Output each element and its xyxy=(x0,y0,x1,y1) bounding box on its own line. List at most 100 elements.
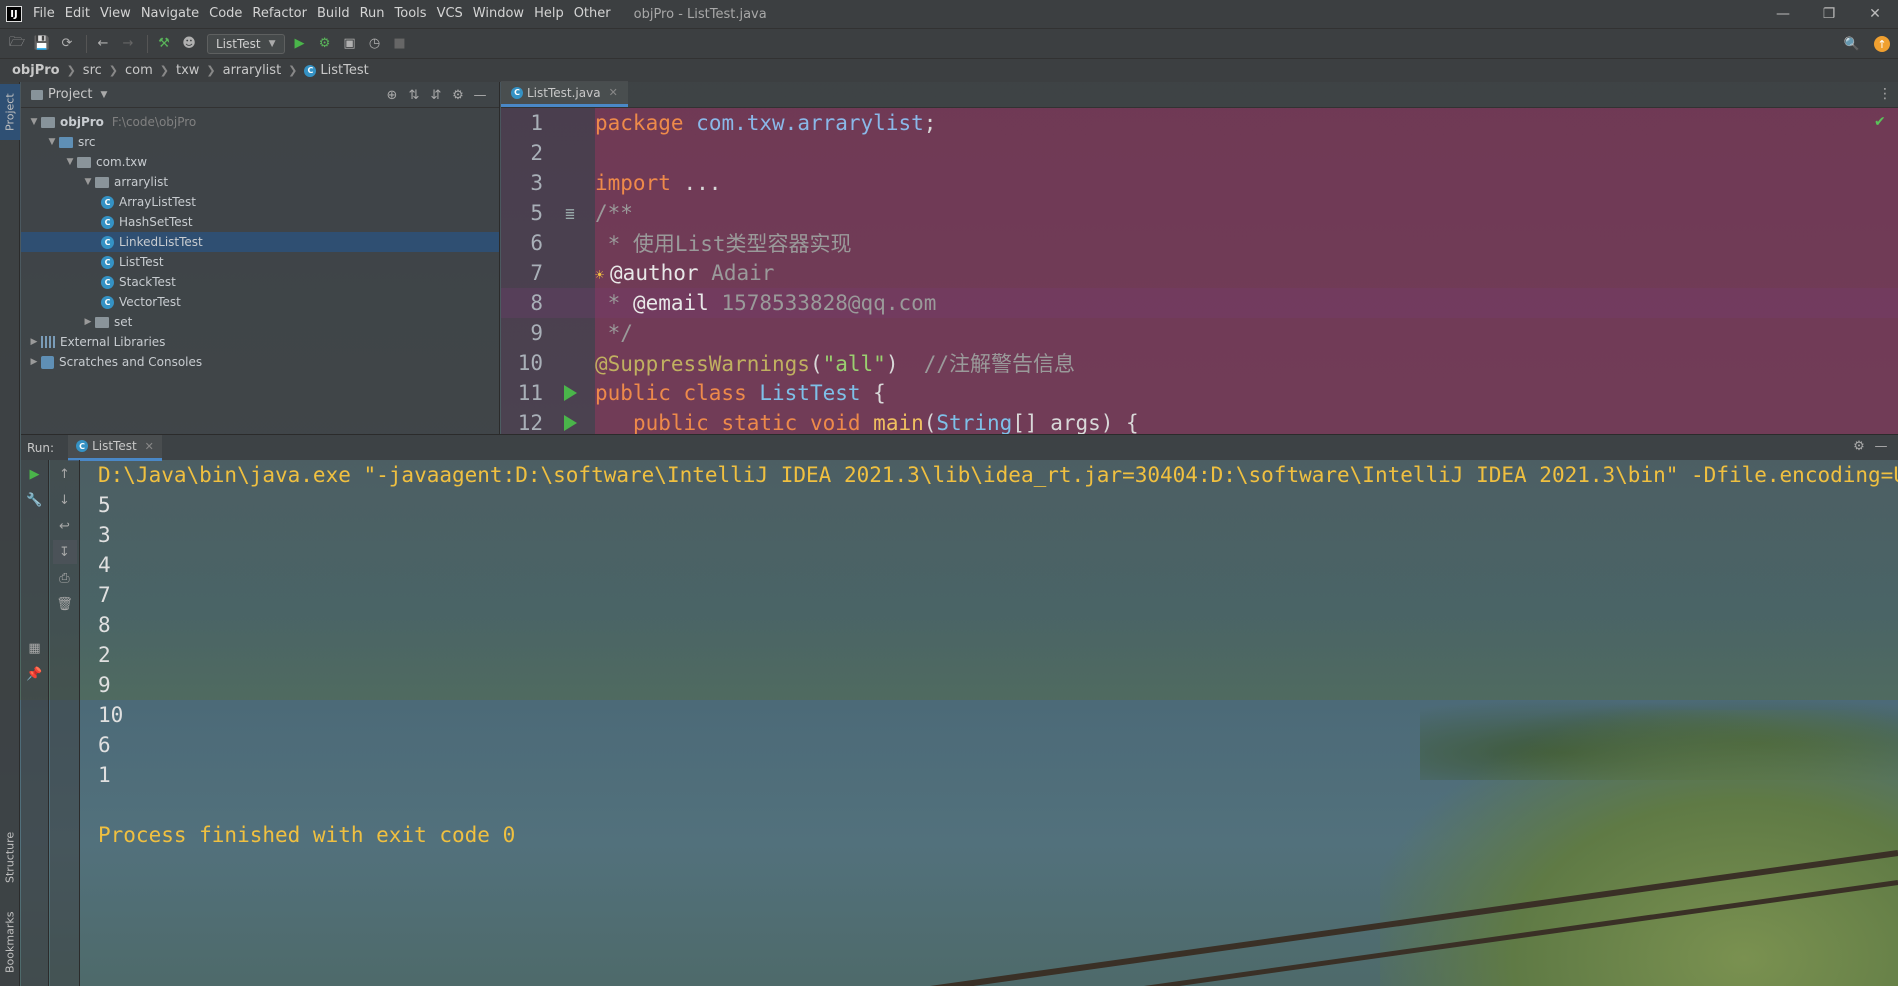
fold-icon[interactable]: ≣ xyxy=(565,204,575,223)
tree-item-scratches[interactable]: ▶ Scratches and Consoles xyxy=(21,352,499,372)
tree-item-file[interactable]: C VectorTest xyxy=(21,292,499,312)
tree-item-set[interactable]: ▶ set xyxy=(21,312,499,332)
tree-item-subpackage[interactable]: ▼ arrarylist xyxy=(21,172,499,192)
menu-item-code[interactable]: Code xyxy=(204,0,247,28)
tree-item-external-libraries[interactable]: ▶ External Libraries xyxy=(21,332,499,352)
run-configuration-selector[interactable]: ListTest ▼ xyxy=(207,33,285,54)
java-class-icon: C xyxy=(101,255,114,269)
close-tab-icon[interactable]: ✕ xyxy=(145,440,154,453)
tree-item-file[interactable]: C LinkedListTest xyxy=(21,232,499,252)
close-tab-icon[interactable]: ✕ xyxy=(609,86,618,99)
settings-gear-icon[interactable]: ⚙ xyxy=(1848,439,1870,454)
lightbulb-icon[interactable]: ☀ xyxy=(595,266,604,284)
tree-item-file[interactable]: C StackTest xyxy=(21,272,499,292)
menu-item-view[interactable]: View xyxy=(95,0,136,28)
breadcrumb-item[interactable]: arrarylist xyxy=(223,63,282,78)
chevron-right-icon[interactable]: ▶ xyxy=(81,317,95,327)
menu-item-build[interactable]: Build xyxy=(312,0,355,28)
chevron-down-icon[interactable]: ▼ xyxy=(81,177,95,187)
restore-icon[interactable]: ❐ xyxy=(1806,0,1852,28)
trash-icon[interactable]: 🗑 xyxy=(53,592,77,616)
menu-item-help[interactable]: Help xyxy=(529,0,569,28)
scroll-to-end-icon[interactable]: ↧ xyxy=(52,540,77,564)
code-area[interactable]: 1 package com.txw.arrarylist; 2 3 import ...… xyxy=(501,108,1898,435)
tree-item-root[interactable]: ▼ objPro F:\code\objPro xyxy=(21,112,499,132)
tree-item-src[interactable]: ▼ src xyxy=(21,132,499,152)
breadcrumb-item[interactable]: C ListTest xyxy=(304,63,369,78)
code-token: ; xyxy=(923,111,937,135)
locate-file-icon[interactable]: ⊕ xyxy=(381,85,403,105)
pin-icon[interactable]: 📌 xyxy=(23,662,47,686)
editor-tab-listtest[interactable]: C ListTest.java ✕ xyxy=(501,81,628,107)
build-hammer-icon[interactable]: ⚒ xyxy=(153,33,175,55)
menu-item-navigate[interactable]: Navigate xyxy=(136,0,204,28)
chevron-down-icon[interactable]: ▼ xyxy=(27,117,41,127)
run-icon[interactable]: ▶ xyxy=(289,33,311,55)
print-icon[interactable]: ⎙ xyxy=(53,566,77,590)
chevron-down-icon[interactable]: ▼ xyxy=(63,157,77,167)
stop-icon[interactable]: ■ xyxy=(389,33,411,55)
breadcrumb-item[interactable]: objPro xyxy=(12,63,60,78)
down-arrow-icon[interactable]: ↓ xyxy=(53,488,77,512)
up-arrow-icon[interactable]: ↑ xyxy=(53,462,77,486)
settings-gear-icon[interactable]: ⚙ xyxy=(447,85,469,105)
tree-item-package[interactable]: ▼ com.txw xyxy=(21,152,499,172)
open-folder-icon[interactable]: 🗁 xyxy=(6,33,28,55)
line-number: 2 xyxy=(530,141,543,165)
menu-item-run[interactable]: Run xyxy=(355,0,390,28)
java-class-icon: C xyxy=(101,295,114,309)
save-all-icon[interactable]: 💾 xyxy=(31,33,53,55)
expand-all-icon[interactable]: ⇅ xyxy=(403,85,425,105)
hide-panel-icon[interactable]: — xyxy=(469,85,491,105)
close-icon[interactable]: ✕ xyxy=(1852,0,1898,28)
project-panel-header[interactable]: Project ▼ ⊕ ⇅ ⇵ ⚙ — xyxy=(21,82,499,108)
synchronize-icon[interactable]: ⟳ xyxy=(56,33,78,55)
tree-label-set: set xyxy=(114,315,133,329)
debug-icon[interactable]: ⚙ xyxy=(314,33,336,55)
structure-tool-tab[interactable]: Structure xyxy=(0,822,20,892)
hide-panel-icon[interactable]: — xyxy=(1870,439,1892,454)
console-output-line: 5 xyxy=(98,493,111,517)
breadcrumb-item[interactable]: com xyxy=(125,63,153,78)
chevron-right-icon[interactable]: ▶ xyxy=(27,357,41,367)
tree-item-file[interactable]: C ListTest xyxy=(21,252,499,272)
more-options-icon[interactable]: ⋮ xyxy=(1878,86,1892,102)
menu-item-window[interactable]: Window xyxy=(468,0,529,28)
rerun-icon[interactable]: ▶ xyxy=(23,462,47,486)
project-tool-tab[interactable]: Project xyxy=(0,84,20,140)
breadcrumb-item[interactable]: txw xyxy=(176,63,199,78)
run-gutter-icon[interactable] xyxy=(563,385,577,401)
layout-icon[interactable]: ▦ xyxy=(23,636,47,660)
menu-item-tools[interactable]: Tools xyxy=(390,0,432,28)
menu-item-edit[interactable]: Edit xyxy=(60,0,95,28)
chevron-right-icon[interactable]: ▶ xyxy=(27,337,41,347)
soft-wrap-icon[interactable]: ↩ xyxy=(53,514,77,538)
tree-item-file[interactable]: C HashSetTest xyxy=(21,212,499,232)
forward-arrow-icon[interactable]: → xyxy=(117,33,139,55)
minimize-icon[interactable]: — xyxy=(1760,0,1806,28)
bookmarks-tool-tab[interactable]: Bookmarks xyxy=(0,902,20,982)
menu-item-vcs[interactable]: VCS xyxy=(432,0,468,28)
window-title: objPro - ListTest.java xyxy=(633,6,767,22)
wrench-icon[interactable]: 🔧 xyxy=(23,488,47,512)
menu-item-file[interactable]: File xyxy=(28,0,60,28)
update-notification-icon[interactable]: ↑ xyxy=(1874,36,1890,52)
run-tab-listtest[interactable]: C ListTest ✕ xyxy=(68,434,162,461)
user-icon[interactable]: ☻ xyxy=(178,33,200,55)
search-everywhere-icon[interactable]: 🔍 xyxy=(1841,33,1863,55)
breadcrumb-item[interactable]: src xyxy=(83,63,102,78)
code-token: ) xyxy=(885,352,899,376)
no-problems-check-icon[interactable]: ✔ xyxy=(1874,114,1890,130)
collapse-all-icon[interactable]: ⇵ xyxy=(425,85,447,105)
navigation-breadcrumb: objPro ❯ src ❯ com ❯ txw ❯ arrarylist ❯ C ListTest xyxy=(0,58,1898,82)
breadcrumb-label: objPro xyxy=(12,63,60,78)
run-gutter-icon[interactable] xyxy=(563,415,577,431)
profile-icon[interactable]: ◷ xyxy=(364,33,386,55)
back-arrow-icon[interactable]: ← xyxy=(92,33,114,55)
console-output[interactable]: D:\Java\bin\java.exe "-javaagent:D:\soft… xyxy=(82,460,1898,986)
menu-item-refactor[interactable]: Refactor xyxy=(247,0,312,28)
coverage-icon[interactable]: ▣ xyxy=(339,33,361,55)
menu-item-other[interactable]: Other xyxy=(569,0,616,28)
tree-item-file[interactable]: C ArrayListTest xyxy=(21,192,499,212)
chevron-down-icon[interactable]: ▼ xyxy=(45,137,59,147)
